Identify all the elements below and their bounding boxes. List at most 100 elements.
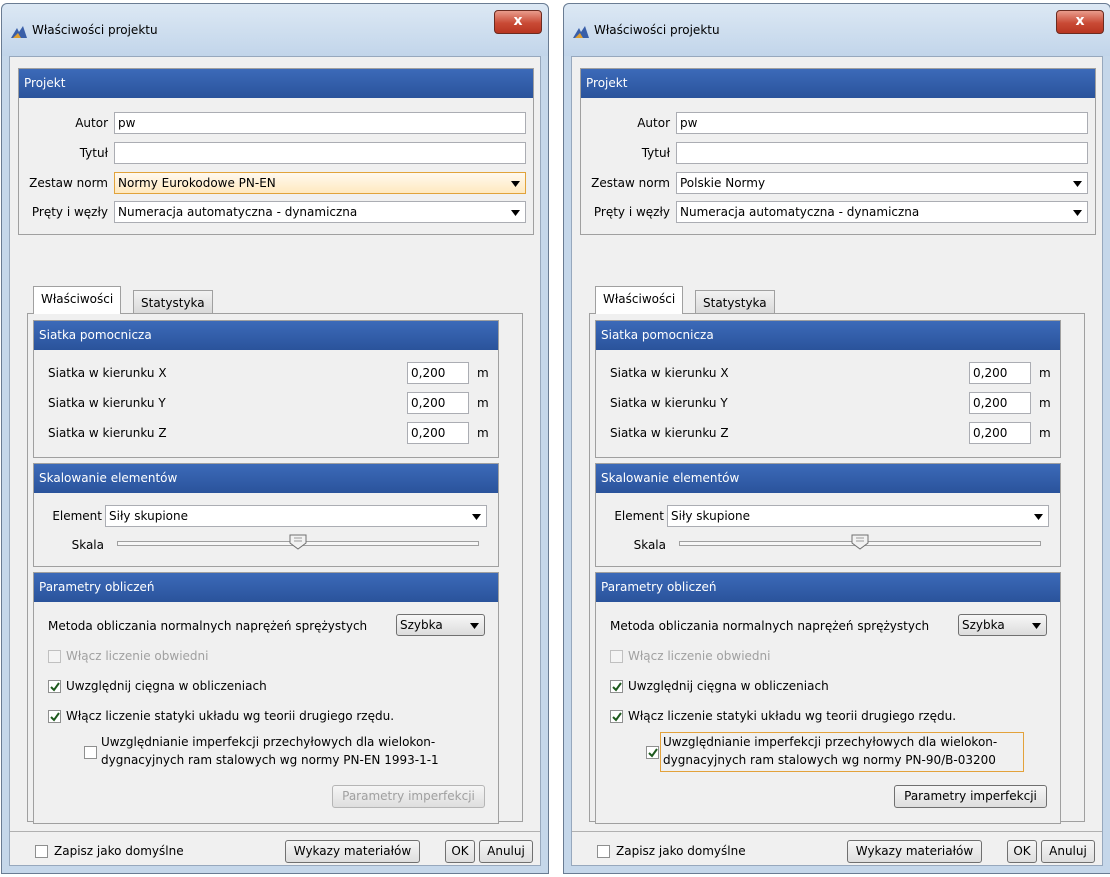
envelope-checkbox[interactable] (48, 650, 61, 663)
ok-button[interactable]: OK (1007, 840, 1037, 863)
ok-button[interactable]: OK (445, 840, 475, 863)
norms-value: Normy Eurokodowe PN-EN (118, 176, 276, 190)
project-section: Projekt Autor pw Tytuł Zestaw norm Polsk… (580, 68, 1096, 235)
grid-z-field[interactable]: 0,200 (407, 422, 469, 444)
element-combo[interactable]: Siły skupione (105, 505, 487, 527)
grid-x-field[interactable]: 0,200 (407, 362, 469, 384)
tab-panel: Siatka pomocnicza Siatka w kierunku X 0,… (27, 313, 523, 824)
imperfection-checkbox[interactable] (646, 746, 659, 759)
section-header: Skalowanie elementów (34, 464, 498, 493)
author-field[interactable]: pw (676, 112, 1088, 134)
grid-section: Siatka pomocnicza Siatka w kierunku X 0,… (33, 320, 499, 458)
calc-section: Parametry obliczeń Metoda obliczania nor… (33, 572, 499, 824)
grid-y-field[interactable]: 0,200 (969, 392, 1031, 414)
method-combo[interactable]: Szybka (958, 614, 1047, 636)
footer-separator (572, 831, 1102, 832)
bars-combo[interactable]: Numeracja automatyczna - dynamiczna (676, 201, 1088, 223)
cables-label: Uwzględnij cięgna w obliczeniach (628, 679, 829, 693)
bars-label: Pręty i węzły (593, 205, 670, 219)
second-order-checkbox[interactable] (48, 710, 61, 723)
save-default-checkbox[interactable] (35, 845, 48, 858)
grid-z-label: Siatka w kierunku Z (610, 426, 729, 440)
section-header: Skalowanie elementów (596, 464, 1060, 493)
cables-checkbox[interactable] (48, 680, 61, 693)
tab-properties[interactable]: Właściwości (33, 286, 122, 314)
method-label: Metoda obliczania normalnych naprężeń sp… (610, 619, 930, 633)
title-label: Tytuł (641, 146, 670, 160)
cables-checkbox[interactable] (610, 680, 623, 693)
dialog-body: Projekt Autor pw Tytuł Zestaw norm Normy… (9, 56, 541, 866)
method-label: Metoda obliczania normalnych naprężeń sp… (48, 619, 368, 633)
section-header: Parametry obliczeń (596, 573, 1060, 602)
cancel-button[interactable]: Anuluj (1041, 840, 1095, 863)
unit-label: m (1039, 396, 1051, 410)
title-field[interactable] (114, 142, 526, 164)
checkmark-icon (50, 712, 60, 722)
unit-label: m (477, 426, 489, 440)
checkmark-icon (648, 748, 658, 758)
materials-button[interactable]: Wykazy materiałów (847, 840, 982, 863)
title-bar[interactable]: Właściwości projektu x (2, 4, 548, 56)
slider-thumb[interactable] (851, 534, 869, 550)
calc-section: Parametry obliczeń Metoda obliczania nor… (595, 572, 1061, 824)
norms-combo[interactable]: Normy Eurokodowe PN-EN (114, 172, 526, 194)
method-value: Szybka (962, 618, 1005, 632)
checkmark-icon (612, 682, 622, 692)
checkmark-icon (612, 712, 622, 722)
bars-label: Pręty i węzły (31, 205, 108, 219)
title-label: Tytuł (79, 146, 108, 160)
scaling-section: Skalowanie elementów Element Siły skupio… (595, 463, 1061, 567)
chevron-down-icon (472, 514, 481, 520)
imperfection-params-button[interactable]: Parametry imperfekcji (332, 785, 485, 808)
tab-panel: Siatka pomocnicza Siatka w kierunku X 0,… (589, 313, 1085, 824)
grid-x-field[interactable]: 0,200 (969, 362, 1031, 384)
element-combo[interactable]: Siły skupione (667, 505, 1049, 527)
norms-label: Zestaw norm (591, 176, 670, 190)
chevron-down-icon (1073, 181, 1082, 187)
scaling-section: Skalowanie elementów Element Siły skupio… (33, 463, 499, 567)
grid-x-label: Siatka w kierunku X (48, 366, 167, 380)
dialog-title: Właściwości projektu (32, 23, 158, 37)
project-properties-dialog: Właściwości projektu x Projekt Autor pw … (563, 3, 1110, 874)
envelope-checkbox[interactable] (610, 650, 623, 663)
second-order-label: Włącz liczenie statyki układu wg teorii … (628, 709, 957, 723)
dialog-body: Projekt Autor pw Tytuł Zestaw norm Polsk… (571, 56, 1103, 866)
element-value: Siły skupione (109, 509, 188, 523)
imperfection-label-1: Uwzględnianie imperfekcji przechyłowych … (101, 735, 436, 749)
envelope-label: Włącz liczenie obwiedni (66, 649, 209, 663)
norms-combo[interactable]: Polskie Normy (676, 172, 1088, 194)
cancel-button[interactable]: Anuluj (479, 840, 533, 863)
section-header: Projekt (19, 69, 533, 98)
method-combo[interactable]: Szybka (396, 614, 485, 636)
method-value: Szybka (400, 618, 443, 632)
save-default-label: Zapisz jako domyślne (616, 844, 746, 858)
title-field[interactable] (676, 142, 1088, 164)
grid-y-field[interactable]: 0,200 (407, 392, 469, 414)
grid-section: Siatka pomocnicza Siatka w kierunku X 0,… (595, 320, 1061, 458)
unit-label: m (1039, 366, 1051, 380)
second-order-checkbox[interactable] (610, 710, 623, 723)
grid-z-field[interactable]: 0,200 (969, 422, 1031, 444)
project-section: Projekt Autor pw Tytuł Zestaw norm Normy… (18, 68, 534, 235)
slider-thumb[interactable] (289, 534, 307, 550)
materials-button[interactable]: Wykazy materiałów (285, 840, 420, 863)
section-header: Siatka pomocnicza (34, 321, 498, 350)
author-label: Autor (637, 116, 670, 130)
chevron-down-icon (1032, 623, 1041, 629)
app-icon (573, 26, 589, 38)
dialog-title: Właściwości projektu (594, 23, 720, 37)
chevron-down-icon (470, 623, 479, 629)
title-bar[interactable]: Właściwości projektu x (564, 4, 1110, 56)
chevron-down-icon (1034, 514, 1043, 520)
close-button[interactable]: x (494, 10, 542, 34)
unit-label: m (477, 366, 489, 380)
imperfection-label-1: Uwzględnianie imperfekcji przechyłowych … (663, 735, 998, 749)
bars-combo[interactable]: Numeracja automatyczna - dynamiczna (114, 201, 526, 223)
author-field[interactable]: pw (114, 112, 526, 134)
save-default-checkbox[interactable] (597, 845, 610, 858)
imperfection-checkbox[interactable] (84, 746, 97, 759)
tab-area: Właściwości Statystyka Siatka pomocnicza… (589, 286, 1085, 824)
close-button[interactable]: x (1056, 10, 1104, 34)
imperfection-params-button[interactable]: Parametry imperfekcji (894, 785, 1047, 808)
tab-properties[interactable]: Właściwości (595, 286, 684, 314)
